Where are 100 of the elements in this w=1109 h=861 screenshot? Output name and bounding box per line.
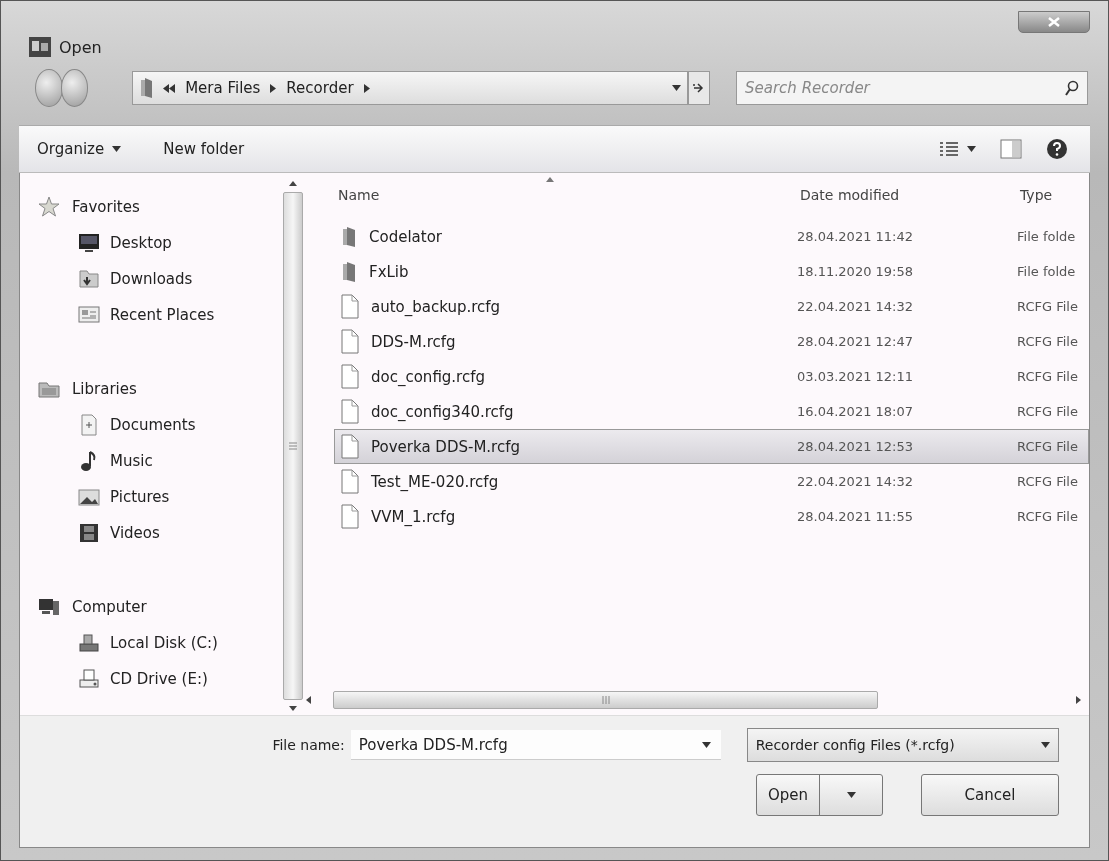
folder-icon [341, 224, 357, 249]
file-row[interactable]: auto_backup.rcfg 22.04.2021 14:32 RCFG File [306, 289, 1089, 324]
pictures-icon [78, 486, 100, 508]
file-name: Poverka DDS-M.rcfg [371, 437, 520, 456]
column-header[interactable]: Date modified [800, 187, 1020, 203]
file-row[interactable]: doc_config.rcfg 03.03.2021 12:11 RCFG File [306, 359, 1089, 394]
file-row[interactable]: Codelator 28.04.2021 11:42 File folde [306, 219, 1089, 254]
nav-item[interactable]: Downloads [38, 261, 280, 297]
file-icon [341, 469, 359, 494]
nav-item[interactable]: Pictures [38, 479, 280, 515]
column-header[interactable]: Type [1020, 187, 1089, 203]
nav-group[interactable]: Computer [38, 589, 280, 625]
date-modified: 16.04.2021 18:07 [797, 404, 915, 419]
file-row[interactable]: doc_config340.rcfg 16.04.2021 18:07 RCFG File [306, 394, 1089, 429]
nav-item[interactable]: Videos [38, 515, 280, 551]
search-icon [1065, 80, 1079, 96]
date-modified: 18.11.2020 19:58 [797, 264, 915, 279]
organize-button[interactable]: Organize [29, 136, 130, 162]
column-header[interactable]: Name [338, 187, 800, 203]
breadcrumb-item[interactable]: Mera Files [185, 79, 261, 97]
nav-group[interactable]: Favorites [38, 189, 280, 225]
breadcrumb-item[interactable]: Recorder [286, 79, 354, 97]
window-title: Open [59, 38, 102, 57]
nav-item[interactable]: CD Drive (E:) [38, 661, 280, 697]
close-button[interactable] [1018, 11, 1090, 33]
file-type: RCFG File [1017, 299, 1079, 314]
file-type-dropdown[interactable]: Recorder config Files (*.rcfg) [746, 728, 1059, 762]
file-icon [341, 399, 359, 424]
nav-item[interactable]: Recent Places [38, 297, 280, 333]
close-icon [1048, 17, 1060, 27]
nav-item[interactable]: Desktop [38, 225, 280, 261]
chevron-icon [270, 83, 277, 93]
scroll-down-icon [289, 706, 297, 711]
file-icon [341, 504, 359, 529]
file-type: RCFG File [1017, 369, 1079, 384]
folder-icon [139, 78, 154, 98]
caret-icon [112, 146, 122, 152]
file-name: DDS-M.rcfg [371, 332, 456, 351]
app-icon [29, 37, 51, 57]
file-type: RCFG File [1017, 334, 1079, 349]
file-type: RCFG File [1017, 404, 1079, 419]
help-icon [1046, 138, 1068, 160]
date-modified: 28.04.2021 11:42 [797, 229, 915, 244]
double-chevron-icon [163, 83, 176, 93]
scroll-right-icon [1076, 696, 1081, 704]
date-modified: 28.04.2021 12:53 [797, 439, 915, 454]
file-row[interactable]: FxLib 18.11.2020 19:58 File folde [306, 254, 1089, 289]
search-field[interactable]: Search Recorder [736, 71, 1088, 105]
address-bar[interactable]: Mera Files Recorder [132, 71, 689, 105]
preview-pane-icon [1000, 139, 1022, 159]
file-icon [341, 364, 359, 389]
sort-icon [546, 177, 554, 182]
nav-item[interactable]: Local Disk (C:) [38, 625, 280, 661]
file-name-field[interactable]: Poverka DDS-M.rcfg [350, 730, 721, 760]
new-folder-button[interactable]: New folder [155, 136, 253, 162]
file-icon [341, 294, 359, 319]
grip-icon [289, 442, 297, 450]
scroll-up-icon [289, 181, 297, 186]
dropdown-caret-icon [672, 85, 682, 91]
file-name: auto_backup.rcfg [371, 297, 501, 316]
file-row[interactable]: VVM_1.rcfg 28.04.2021 11:55 RCFG File [306, 499, 1089, 534]
file-type: RCFG File [1017, 439, 1079, 454]
file-icon [341, 329, 359, 354]
chevron-icon [363, 83, 370, 93]
file-name: Codelator [369, 227, 442, 246]
file-type: File folde [1017, 229, 1077, 244]
file-name: Test_ME-020.rcfg [371, 472, 499, 491]
forward-button[interactable] [60, 69, 89, 107]
file-type: File folde [1017, 264, 1077, 279]
nav-item[interactable]: Music [38, 443, 280, 479]
list-view-icon [939, 141, 959, 157]
file-name: VVM_1.rcfg [371, 507, 456, 526]
download-folder-icon [78, 268, 100, 290]
folder-icon [341, 259, 357, 284]
cancel-button[interactable]: Cancel [921, 774, 1059, 816]
recent-places-icon [78, 304, 100, 326]
dropdown-caret-icon [1041, 742, 1050, 748]
cd-drive-icon [78, 668, 100, 690]
file-row[interactable]: DDS-M.rcfg 28.04.2021 12:47 RCFG File [306, 324, 1089, 359]
star-icon [38, 196, 60, 218]
file-row[interactable]: Test_ME-020.rcfg 22.04.2021 14:32 RCFG File [306, 464, 1089, 499]
date-modified: 28.04.2021 12:47 [797, 334, 915, 349]
date-modified: 28.04.2021 11:55 [797, 509, 915, 524]
grip-icon [601, 696, 610, 704]
computer-icon [38, 596, 60, 618]
file-name: doc_config340.rcfg [371, 402, 514, 421]
file-name-label: File name: [271, 737, 345, 753]
nav-group[interactable]: Libraries [38, 371, 280, 407]
date-modified: 22.04.2021 14:32 [797, 299, 915, 314]
file-icon [341, 434, 359, 459]
film-icon [78, 522, 100, 544]
nav-item[interactable]: Documents [38, 407, 280, 443]
hard-disk-icon [78, 632, 100, 654]
open-button[interactable]: Open [756, 774, 883, 816]
back-button[interactable] [35, 69, 63, 107]
file-name: FxLib [369, 262, 409, 281]
date-modified: 03.03.2021 12:11 [797, 369, 915, 384]
file-row[interactable]: Poverka DDS-M.rcfg 28.04.2021 12:53 RCFG File [334, 429, 1089, 464]
caret-icon [967, 146, 976, 152]
refresh-button[interactable] [688, 71, 710, 105]
